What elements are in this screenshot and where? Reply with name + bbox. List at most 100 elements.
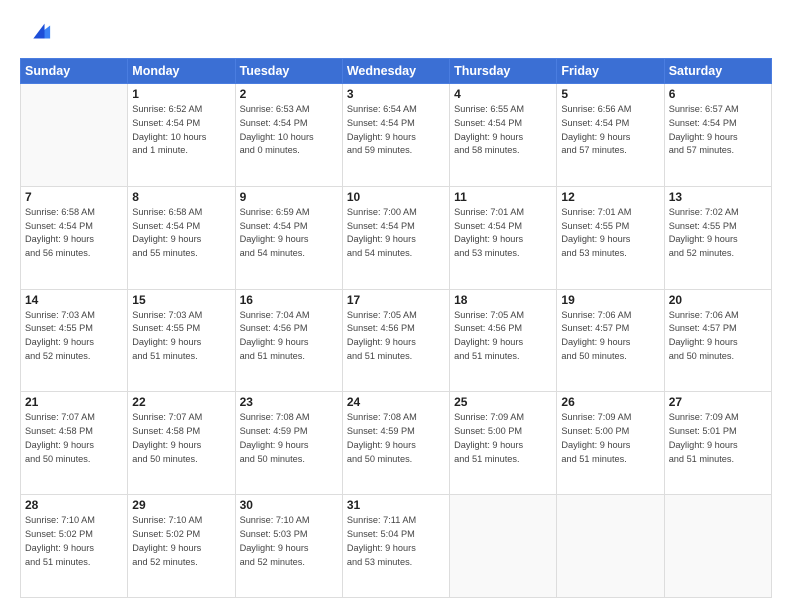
day-number: 18 — [454, 293, 552, 307]
day-info: Sunrise: 7:09 AM Sunset: 5:01 PM Dayligh… — [669, 411, 767, 466]
day-number: 23 — [240, 395, 338, 409]
calendar-week-1: 1 Sunrise: 6:52 AM Sunset: 4:54 PM Daylig… — [21, 84, 772, 187]
weekday-header-tuesday: Tuesday — [235, 59, 342, 84]
page: SundayMondayTuesdayWednesdayThursdayFrid… — [0, 0, 792, 612]
day-info: Sunrise: 7:01 AM Sunset: 4:55 PM Dayligh… — [561, 206, 659, 261]
day-info: Sunrise: 6:55 AM Sunset: 4:54 PM Dayligh… — [454, 103, 552, 158]
day-number: 22 — [132, 395, 230, 409]
day-number: 3 — [347, 87, 445, 101]
calendar-cell — [557, 495, 664, 598]
calendar-cell: 7Sunrise: 6:58 AM Sunset: 4:54 PM Daylig… — [21, 186, 128, 289]
calendar-cell: 27Sunrise: 7:09 AM Sunset: 5:01 PM Dayli… — [664, 392, 771, 495]
calendar-cell: 13 Sunrise: 7:02 AM Sunset: 4:55 PM Dayli… — [664, 186, 771, 289]
calendar-cell: 24 Sunrise: 7:08 AM Sunset: 4:59 PM Dayli… — [342, 392, 449, 495]
day-number: 17 — [347, 293, 445, 307]
day-info: Sunrise: 7:03 AM Sunset: 4:55 PM Dayligh… — [25, 309, 123, 364]
day-number: 24 — [347, 395, 445, 409]
day-number: 11 — [454, 190, 552, 204]
day-number: 9 — [240, 190, 338, 204]
day-number: 6 — [669, 87, 767, 101]
day-number: 26 — [561, 395, 659, 409]
calendar-cell: 8 Sunrise: 6:58 AM Sunset: 4:54 PM Daylig… — [128, 186, 235, 289]
day-number: 16 — [240, 293, 338, 307]
day-info: Sunrise: 7:06 AM Sunset: 4:57 PM Dayligh… — [561, 309, 659, 364]
day-info: Sunrise: 6:58 AM Sunset: 4:54 PM Dayligh… — [132, 206, 230, 261]
day-number: 29 — [132, 498, 230, 512]
weekday-header-wednesday: Wednesday — [342, 59, 449, 84]
calendar-week-5: 28Sunrise: 7:10 AM Sunset: 5:02 PM Dayli… — [21, 495, 772, 598]
day-number: 21 — [25, 395, 123, 409]
day-info: Sunrise: 7:10 AM Sunset: 5:02 PM Dayligh… — [132, 514, 230, 569]
day-info: Sunrise: 7:09 AM Sunset: 5:00 PM Dayligh… — [561, 411, 659, 466]
calendar-cell: 2 Sunrise: 6:53 AM Sunset: 4:54 PM Daylig… — [235, 84, 342, 187]
day-info: Sunrise: 6:59 AM Sunset: 4:54 PM Dayligh… — [240, 206, 338, 261]
calendar-cell: 3 Sunrise: 6:54 AM Sunset: 4:54 PM Daylig… — [342, 84, 449, 187]
day-info: Sunrise: 7:05 AM Sunset: 4:56 PM Dayligh… — [347, 309, 445, 364]
day-number: 2 — [240, 87, 338, 101]
day-number: 31 — [347, 498, 445, 512]
day-info: Sunrise: 7:10 AM Sunset: 5:03 PM Dayligh… — [240, 514, 338, 569]
calendar-cell: 19 Sunrise: 7:06 AM Sunset: 4:57 PM Dayli… — [557, 289, 664, 392]
weekday-header-friday: Friday — [557, 59, 664, 84]
calendar-table: SundayMondayTuesdayWednesdayThursdayFrid… — [20, 58, 772, 598]
day-info: Sunrise: 7:01 AM Sunset: 4:54 PM Dayligh… — [454, 206, 552, 261]
calendar-cell: 18 Sunrise: 7:05 AM Sunset: 4:56 PM Dayli… — [450, 289, 557, 392]
day-info: Sunrise: 7:06 AM Sunset: 4:57 PM Dayligh… — [669, 309, 767, 364]
day-number: 12 — [561, 190, 659, 204]
day-number: 19 — [561, 293, 659, 307]
day-number: 14 — [25, 293, 123, 307]
day-info: Sunrise: 7:08 AM Sunset: 4:59 PM Dayligh… — [347, 411, 445, 466]
weekday-header-saturday: Saturday — [664, 59, 771, 84]
weekday-header-monday: Monday — [128, 59, 235, 84]
day-info: Sunrise: 7:11 AM Sunset: 5:04 PM Dayligh… — [347, 514, 445, 569]
day-number: 13 — [669, 190, 767, 204]
day-number: 30 — [240, 498, 338, 512]
day-info: Sunrise: 7:04 AM Sunset: 4:56 PM Dayligh… — [240, 309, 338, 364]
weekday-header-row: SundayMondayTuesdayWednesdayThursdayFrid… — [21, 59, 772, 84]
day-number: 1 — [132, 87, 230, 101]
header — [20, 18, 772, 46]
calendar-cell: 11 Sunrise: 7:01 AM Sunset: 4:54 PM Dayli… — [450, 186, 557, 289]
calendar-week-2: 7Sunrise: 6:58 AM Sunset: 4:54 PM Daylig… — [21, 186, 772, 289]
calendar-cell: 28Sunrise: 7:10 AM Sunset: 5:02 PM Dayli… — [21, 495, 128, 598]
day-info: Sunrise: 6:53 AM Sunset: 4:54 PM Dayligh… — [240, 103, 338, 158]
day-number: 4 — [454, 87, 552, 101]
calendar-cell: 9 Sunrise: 6:59 AM Sunset: 4:54 PM Daylig… — [235, 186, 342, 289]
day-info: Sunrise: 6:54 AM Sunset: 4:54 PM Dayligh… — [347, 103, 445, 158]
calendar-week-3: 14 Sunrise: 7:03 AM Sunset: 4:55 PM Dayli… — [21, 289, 772, 392]
day-number: 5 — [561, 87, 659, 101]
day-info: Sunrise: 7:07 AM Sunset: 4:58 PM Dayligh… — [25, 411, 123, 466]
calendar-cell: 17 Sunrise: 7:05 AM Sunset: 4:56 PM Dayli… — [342, 289, 449, 392]
day-info: Sunrise: 7:03 AM Sunset: 4:55 PM Dayligh… — [132, 309, 230, 364]
day-info: Sunrise: 6:52 AM Sunset: 4:54 PM Dayligh… — [132, 103, 230, 158]
weekday-header-sunday: Sunday — [21, 59, 128, 84]
calendar-cell: 21 Sunrise: 7:07 AM Sunset: 4:58 PM Dayli… — [21, 392, 128, 495]
day-info: Sunrise: 7:09 AM Sunset: 5:00 PM Dayligh… — [454, 411, 552, 466]
calendar-cell: 30 Sunrise: 7:10 AM Sunset: 5:03 PM Dayli… — [235, 495, 342, 598]
day-info: Sunrise: 7:08 AM Sunset: 4:59 PM Dayligh… — [240, 411, 338, 466]
day-number: 8 — [132, 190, 230, 204]
calendar-cell: 29 Sunrise: 7:10 AM Sunset: 5:02 PM Dayli… — [128, 495, 235, 598]
calendar-cell: 15Sunrise: 7:03 AM Sunset: 4:55 PM Dayli… — [128, 289, 235, 392]
day-info: Sunrise: 6:57 AM Sunset: 4:54 PM Dayligh… — [669, 103, 767, 158]
weekday-header-thursday: Thursday — [450, 59, 557, 84]
day-number: 20 — [669, 293, 767, 307]
calendar-cell: 6 Sunrise: 6:57 AM Sunset: 4:54 PM Daylig… — [664, 84, 771, 187]
calendar-cell: 31 Sunrise: 7:11 AM Sunset: 5:04 PM Dayli… — [342, 495, 449, 598]
calendar-cell: 12 Sunrise: 7:01 AM Sunset: 4:55 PM Dayli… — [557, 186, 664, 289]
logo — [20, 18, 52, 46]
calendar-cell: 5 Sunrise: 6:56 AM Sunset: 4:54 PM Daylig… — [557, 84, 664, 187]
calendar-week-4: 21 Sunrise: 7:07 AM Sunset: 4:58 PM Dayli… — [21, 392, 772, 495]
day-info: Sunrise: 7:10 AM Sunset: 5:02 PM Dayligh… — [25, 514, 123, 569]
calendar-cell: 1 Sunrise: 6:52 AM Sunset: 4:54 PM Daylig… — [128, 84, 235, 187]
calendar-cell — [450, 495, 557, 598]
day-number: 25 — [454, 395, 552, 409]
calendar-cell — [664, 495, 771, 598]
calendar-cell: 14 Sunrise: 7:03 AM Sunset: 4:55 PM Dayli… — [21, 289, 128, 392]
day-number: 10 — [347, 190, 445, 204]
calendar-cell: 10Sunrise: 7:00 AM Sunset: 4:54 PM Dayli… — [342, 186, 449, 289]
calendar-cell: 25 Sunrise: 7:09 AM Sunset: 5:00 PM Dayli… — [450, 392, 557, 495]
day-info: Sunrise: 6:56 AM Sunset: 4:54 PM Dayligh… — [561, 103, 659, 158]
day-info: Sunrise: 7:05 AM Sunset: 4:56 PM Dayligh… — [454, 309, 552, 364]
day-info: Sunrise: 7:02 AM Sunset: 4:55 PM Dayligh… — [669, 206, 767, 261]
